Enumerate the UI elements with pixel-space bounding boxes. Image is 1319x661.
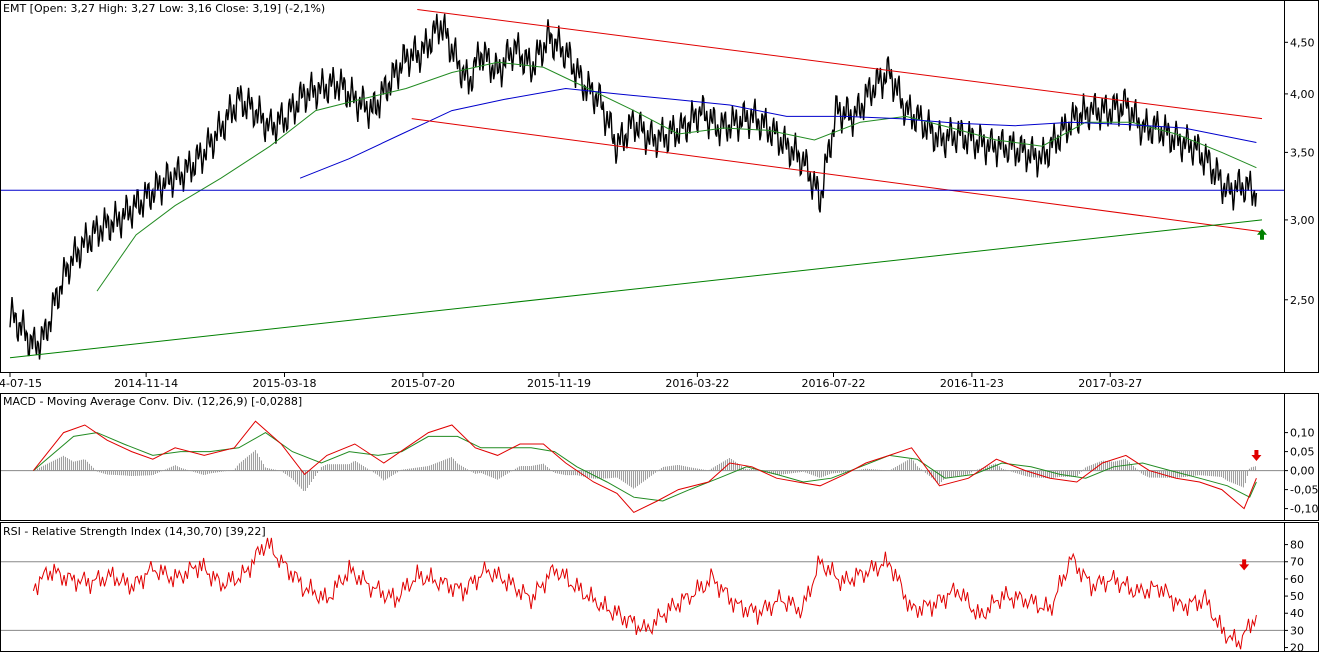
x-tick-label: 2016-11-23 bbox=[940, 377, 1004, 390]
y-tick-label: 3,00 bbox=[1290, 214, 1315, 227]
y-tick-label: 4,50 bbox=[1290, 36, 1315, 49]
x-tick-label: 2014-11-14 bbox=[114, 377, 178, 390]
y-tick-label: -0,05 bbox=[1290, 484, 1318, 497]
y-tick-label: 4,00 bbox=[1290, 88, 1315, 101]
macd-panel: MACD - Moving Average Conv. Div. (12,26,… bbox=[0, 393, 1319, 521]
y-tick-label: 50 bbox=[1290, 590, 1304, 603]
x-tick-label: 2014-07-15 bbox=[0, 377, 42, 390]
price-panel: EMT [Open: 3,27 High: 3,27 Low: 3,16 Clo… bbox=[0, 0, 1319, 390]
price-axis-frame bbox=[1284, 0, 1319, 373]
macd-plot-frame bbox=[0, 393, 1285, 521]
rsi-panel: RSI - Relative Strength Index (14,30,70)… bbox=[0, 522, 1319, 655]
chart-svg: EMT [Open: 3,27 High: 3,27 Low: 3,16 Clo… bbox=[0, 0, 1319, 655]
y-tick-label: 30 bbox=[1290, 624, 1304, 637]
price-title: EMT [Open: 3,27 High: 3,27 Low: 3,16 Clo… bbox=[3, 2, 325, 15]
y-tick-label: 60 bbox=[1290, 573, 1304, 586]
y-tick-label: 80 bbox=[1290, 539, 1304, 552]
x-tick-label: 2016-07-22 bbox=[802, 377, 866, 390]
y-tick-label: 0,00 bbox=[1290, 465, 1315, 478]
y-tick-label: 3,50 bbox=[1290, 146, 1315, 159]
x-tick-label: 2016-03-22 bbox=[665, 377, 729, 390]
price-plot-frame bbox=[0, 0, 1285, 373]
macd-title: MACD - Moving Average Conv. Div. (12,26,… bbox=[3, 395, 302, 408]
x-tick-label: 2015-07-20 bbox=[391, 377, 455, 390]
y-tick-label: 0,05 bbox=[1290, 446, 1315, 459]
x-tick-label: 2015-11-19 bbox=[527, 377, 591, 390]
price-x-ticks: 2014-07-15 2014-11-14 2015-03-18 2015-07-20… bbox=[0, 372, 1142, 390]
y-tick-label: 2,50 bbox=[1290, 294, 1315, 307]
chart-window: EMT [Open: 3,27 High: 3,27 Low: 3,16 Clo… bbox=[0, 0, 1319, 657]
y-tick-label: 20 bbox=[1290, 642, 1304, 655]
x-tick-label: 2015-03-18 bbox=[253, 377, 317, 390]
rsi-title: RSI - Relative Strength Index (14,30,70)… bbox=[3, 525, 266, 538]
rsi-plot-frame bbox=[0, 522, 1285, 652]
y-tick-label: 0,10 bbox=[1290, 427, 1315, 440]
y-tick-label: 40 bbox=[1290, 607, 1304, 620]
y-tick-label: 70 bbox=[1290, 556, 1304, 569]
x-tick-label: 2017-03-27 bbox=[1078, 377, 1142, 390]
y-tick-label: -0,10 bbox=[1290, 503, 1318, 516]
